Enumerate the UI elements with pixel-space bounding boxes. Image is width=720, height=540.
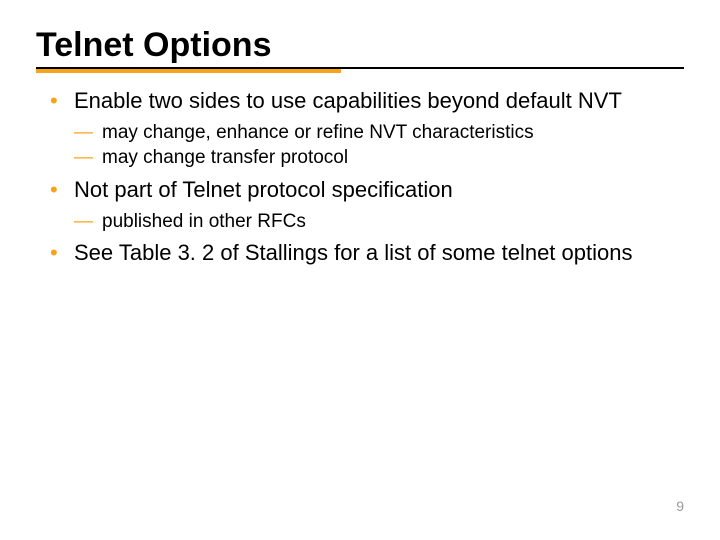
list-item: Enable two sides to use capabilities bey… — [36, 87, 684, 170]
dash-icon: — — [74, 146, 93, 170]
sub-list: — published in other RFCs — [74, 210, 684, 234]
list-item: — may change transfer protocol — [74, 146, 684, 170]
page-number: 9 — [676, 498, 684, 514]
list-item: See Table 3. 2 of Stallings for a list o… — [36, 239, 684, 267]
dash-icon: — — [74, 121, 93, 145]
sub-bullet-text: may change transfer protocol — [102, 147, 348, 168]
list-item: — published in other RFCs — [74, 210, 684, 234]
sub-bullet-text: may change, enhance or refine NVT charac… — [102, 122, 534, 143]
dash-icon: — — [74, 210, 93, 234]
bullet-text: Not part of Telnet protocol specificatio… — [74, 177, 453, 202]
list-item: — may change, enhance or refine NVT chara… — [74, 121, 684, 145]
list-item: Not part of Telnet protocol specificatio… — [36, 176, 684, 233]
sub-bullet-text: published in other RFCs — [102, 211, 306, 232]
bullet-text: Enable two sides to use capabilities bey… — [74, 88, 622, 113]
sub-list: — may change, enhance or refine NVT chara… — [74, 121, 684, 171]
bullet-text: See Table 3. 2 of Stallings for a list o… — [74, 240, 632, 265]
bullet-list: Enable two sides to use capabilities bey… — [36, 87, 684, 267]
divider-orange — [36, 69, 341, 73]
slide-title: Telnet Options — [36, 26, 684, 65]
slide: Telnet Options Enable two sides to use c… — [0, 0, 720, 540]
